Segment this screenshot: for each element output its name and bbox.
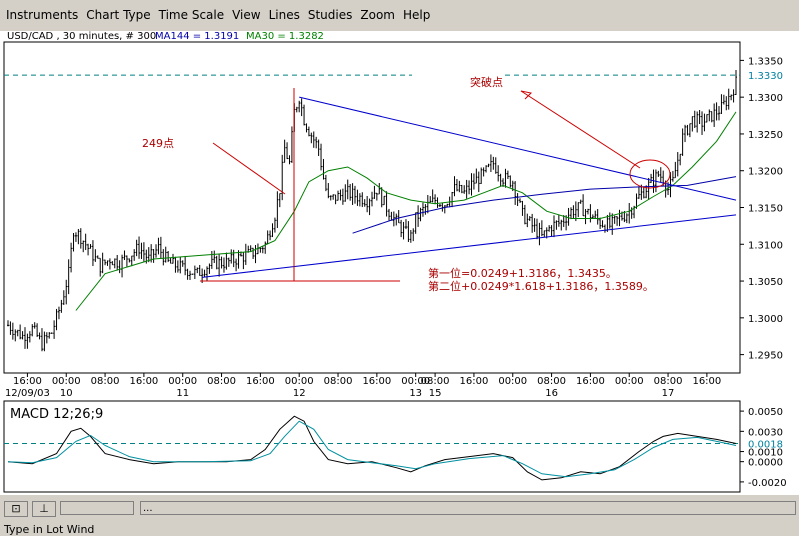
y-tick-label: 1.3100 bbox=[748, 240, 783, 251]
x-tick-label: 08:00 bbox=[537, 376, 566, 387]
menu-items: Instruments Chart Type Time Scale View L… bbox=[3, 8, 435, 22]
x-date-label: 17 bbox=[662, 388, 675, 399]
x-tick-label: 08:00 bbox=[324, 376, 353, 387]
x-tick-label: 00:00 bbox=[615, 376, 644, 387]
x-tick-label: 08:00 bbox=[654, 376, 683, 387]
x-date-label: 16 bbox=[545, 388, 558, 399]
x-date-label: 15 bbox=[429, 388, 442, 399]
x-date-label: 11 bbox=[176, 388, 189, 399]
x-tick-label: 00:00 bbox=[285, 376, 314, 387]
points-label: 249点 bbox=[142, 137, 174, 150]
x-tick-label: 16:00 bbox=[129, 376, 158, 387]
x-tick-label: 16:00 bbox=[246, 376, 275, 387]
x-tick-label: 08:00 bbox=[421, 376, 450, 387]
y-tick-label: 1.3150 bbox=[748, 204, 783, 215]
x-tick-label: 16:00 bbox=[692, 376, 721, 387]
toolbar-field-main[interactable]: ... bbox=[140, 501, 796, 515]
menu-instruments[interactable]: Instruments bbox=[3, 8, 83, 22]
x-date-label: 13 bbox=[409, 388, 422, 399]
menu-view[interactable]: View bbox=[229, 8, 265, 22]
x-tick-label: 16:00 bbox=[460, 376, 489, 387]
target1-label: 第一位=0.0249+1.3186，1.3435。 bbox=[428, 266, 617, 280]
chart-area[interactable]: 1.2950 1.3000 1.3050 1.3100 1.3150 1.3200 1.32… bbox=[0, 31, 799, 495]
y-tick-label: 1.3000 bbox=[748, 314, 783, 325]
x-tick-label: 00:00 bbox=[168, 376, 197, 387]
breakout-label: 突破点 bbox=[470, 75, 503, 89]
x-date-label: 12/09/03 bbox=[5, 388, 50, 399]
macd-tick-label: 0.0030 bbox=[748, 427, 783, 438]
menu-lines[interactable]: Lines bbox=[266, 8, 305, 22]
x-tick-label: 08:00 bbox=[91, 376, 120, 387]
status-text: Type in Lot Wind bbox=[4, 523, 95, 536]
chart-svg[interactable]: 1.2950 1.3000 1.3050 1.3100 1.3150 1.3200 1.32… bbox=[0, 31, 799, 495]
current-price-label: 1.3330 bbox=[748, 71, 783, 82]
macd-tick-label: -0.0020 bbox=[748, 478, 787, 489]
x-tick-label: 00:00 bbox=[52, 376, 81, 387]
y-tick-label: 1.2950 bbox=[748, 351, 783, 362]
macd-header: MACD 12;26;9 bbox=[10, 407, 103, 422]
time-axis: 16:00 00:00 08:00 16:00 00:00 08:00 16:00 00:00… bbox=[5, 373, 721, 399]
price-header-symbol: USD/CAD , 30 minutes, # 300 bbox=[7, 31, 156, 42]
macd-tick-label: 0.0000 bbox=[748, 458, 783, 469]
price-header-ma30: MA30 = 1.3282 bbox=[246, 31, 324, 42]
y-tick-label: 1.3250 bbox=[748, 130, 783, 141]
macd-tick-label: 0.0050 bbox=[748, 407, 783, 418]
x-date-label: 12 bbox=[293, 388, 306, 399]
menu-studies[interactable]: Studies bbox=[305, 8, 358, 22]
price-header-ma144: MA144 = 1.3191 bbox=[155, 31, 239, 42]
bottom-toolbar: ⊡ ⊥ ... Type in Lot Wind bbox=[0, 495, 799, 536]
toolbar-field-left[interactable] bbox=[60, 501, 134, 515]
menu-chart-type[interactable]: Chart Type bbox=[83, 8, 155, 22]
crosshair-icon[interactable]: ⊥ bbox=[32, 501, 56, 517]
x-date-label: 10 bbox=[60, 388, 73, 399]
y-tick-label: 1.3200 bbox=[748, 167, 783, 178]
x-tick-label: 08:00 bbox=[207, 376, 236, 387]
menu-zoom[interactable]: Zoom bbox=[357, 8, 400, 22]
macd-panel-frame bbox=[3, 400, 741, 493]
x-tick-label: 16:00 bbox=[576, 376, 605, 387]
x-tick-label: 16:00 bbox=[362, 376, 391, 387]
y-tick-label: 1.3300 bbox=[748, 93, 783, 104]
menu-time-scale[interactable]: Time Scale bbox=[156, 8, 229, 22]
macd-current-label: 0.0018 bbox=[748, 439, 783, 450]
x-tick-label: 00:00 bbox=[498, 376, 527, 387]
y-tick-label: 1.3350 bbox=[748, 56, 783, 67]
menu-help[interactable]: Help bbox=[400, 8, 435, 22]
x-tick-label: 16:00 bbox=[13, 376, 42, 387]
pin-icon[interactable]: ⊡ bbox=[4, 501, 28, 517]
y-tick-label: 1.3050 bbox=[748, 277, 783, 288]
target2-label: 第二位+0.0249*1.618+1.3186，1.3589。 bbox=[428, 279, 654, 293]
menu-bar: Instruments Chart Type Time Scale View L… bbox=[0, 0, 799, 32]
